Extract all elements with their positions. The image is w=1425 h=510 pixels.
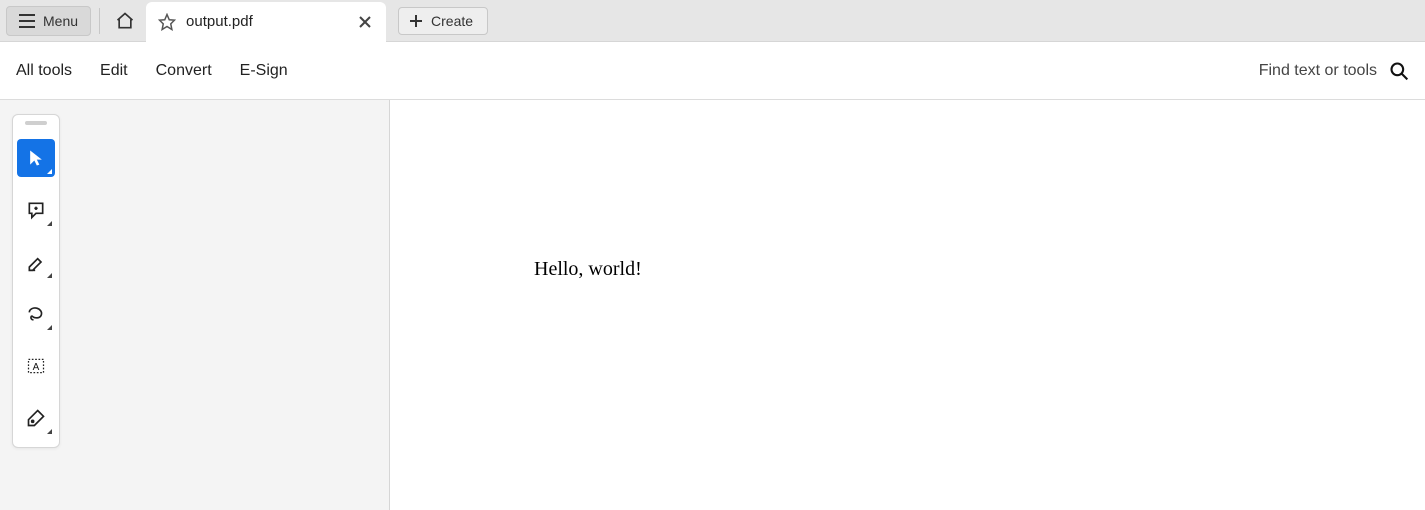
cursor-icon xyxy=(26,148,46,168)
work-area: A Hello, world! xyxy=(0,100,1425,510)
search-button[interactable] xyxy=(1389,61,1409,81)
tool-strip: A xyxy=(12,114,60,448)
menu-all-tools[interactable]: All tools xyxy=(16,62,72,80)
find-text-button[interactable]: Find text or tools xyxy=(1259,62,1377,80)
tab-close-button[interactable] xyxy=(354,11,376,33)
home-button[interactable] xyxy=(108,4,142,38)
home-icon xyxy=(115,11,135,31)
plus-icon xyxy=(409,14,423,28)
svg-text:A: A xyxy=(33,362,40,373)
text-box-tool[interactable]: A xyxy=(17,347,55,385)
menu-edit[interactable]: Edit xyxy=(100,62,128,80)
tab-divider xyxy=(99,8,100,34)
hamburger-icon xyxy=(19,14,35,28)
draw-tool[interactable] xyxy=(17,295,55,333)
document-tab-title: output.pdf xyxy=(186,13,344,30)
document-tab[interactable]: output.pdf xyxy=(146,2,386,42)
fountain-pen-icon xyxy=(26,408,46,428)
highlight-tool[interactable] xyxy=(17,243,55,281)
document-content: Hello, world! xyxy=(534,258,1425,281)
lasso-icon xyxy=(26,304,46,324)
sign-tool[interactable] xyxy=(17,399,55,437)
star-icon xyxy=(158,13,176,31)
tab-bar: Menu output.pdf Create xyxy=(0,0,1425,42)
menu-button-label: Menu xyxy=(43,13,78,29)
drag-handle[interactable] xyxy=(25,121,47,125)
comment-tool[interactable] xyxy=(17,191,55,229)
search-icon xyxy=(1389,61,1409,81)
menu-button[interactable]: Menu xyxy=(6,6,91,36)
text-box-icon: A xyxy=(26,356,46,376)
close-icon xyxy=(359,16,371,28)
side-panel: A xyxy=(0,100,390,510)
comment-icon xyxy=(26,200,46,220)
menu-bar: All tools Edit Convert E-Sign Find text … xyxy=(0,42,1425,100)
document-viewport[interactable]: Hello, world! xyxy=(390,100,1425,510)
highlight-icon xyxy=(26,252,46,272)
menu-convert[interactable]: Convert xyxy=(156,62,212,80)
select-tool[interactable] xyxy=(17,139,55,177)
create-button[interactable]: Create xyxy=(398,7,488,35)
create-button-label: Create xyxy=(431,13,473,29)
menu-esign[interactable]: E-Sign xyxy=(240,62,288,80)
